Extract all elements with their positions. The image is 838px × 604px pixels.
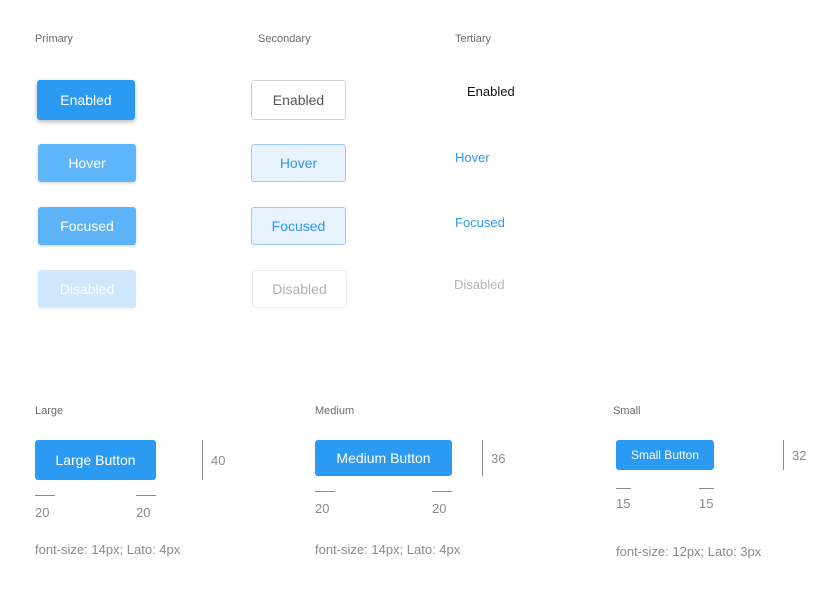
small-height-value: 32	[792, 448, 807, 463]
small-left-padding-value: 15	[616, 496, 631, 511]
medium-height-value: 36	[491, 451, 506, 466]
tertiary-column-heading: Tertiary	[455, 33, 492, 45]
tertiary-disabled-button: Disabled	[454, 277, 505, 292]
primary-hover-button[interactable]: Hover	[38, 144, 136, 182]
small-right-padding-guide	[699, 488, 714, 489]
medium-left-padding-value: 20	[315, 501, 330, 516]
large-left-padding-guide	[35, 495, 55, 496]
medium-right-padding-value: 20	[432, 501, 447, 516]
tertiary-enabled-button[interactable]: Enabled	[467, 84, 515, 99]
small-right-padding-value: 15	[699, 496, 714, 511]
medium-right-padding-guide	[432, 491, 452, 492]
small-size-heading: Small	[613, 405, 641, 417]
tertiary-focused-button[interactable]: Focused	[455, 215, 505, 230]
small-spec-note: font-size: 12px; Lato: 3px	[616, 544, 762, 559]
small-button[interactable]: Small Button	[616, 440, 714, 470]
secondary-enabled-button[interactable]: Enabled	[251, 80, 346, 120]
large-size-heading: Large	[35, 405, 64, 417]
medium-size-heading: Medium	[315, 405, 355, 417]
secondary-disabled-button: Disabled	[252, 270, 347, 308]
primary-column-heading: Primary	[35, 33, 73, 45]
large-height-value: 40	[211, 453, 226, 468]
primary-enabled-button[interactable]: Enabled	[37, 80, 135, 120]
medium-height-guide	[482, 440, 483, 476]
large-left-padding-value: 20	[35, 505, 50, 520]
medium-spec-note: font-size: 14px; Lato: 4px	[315, 542, 461, 557]
large-right-padding-value: 20	[136, 505, 151, 520]
large-button[interactable]: Large Button	[35, 440, 156, 480]
large-right-padding-guide	[136, 495, 156, 496]
tertiary-hover-button[interactable]: Hover	[455, 150, 490, 165]
large-height-guide	[202, 440, 203, 480]
primary-focused-button[interactable]: Focused	[38, 207, 136, 245]
secondary-column-heading: Secondary	[258, 33, 311, 45]
large-spec-note: font-size: 14px; Lato: 4px	[35, 542, 181, 557]
secondary-hover-button[interactable]: Hover	[251, 144, 346, 182]
small-left-padding-guide	[616, 488, 631, 489]
medium-left-padding-guide	[315, 491, 335, 492]
primary-disabled-button: Disabled	[38, 270, 136, 308]
medium-button[interactable]: Medium Button	[315, 440, 452, 476]
secondary-focused-button[interactable]: Focused	[251, 207, 346, 245]
small-height-guide	[783, 440, 784, 470]
